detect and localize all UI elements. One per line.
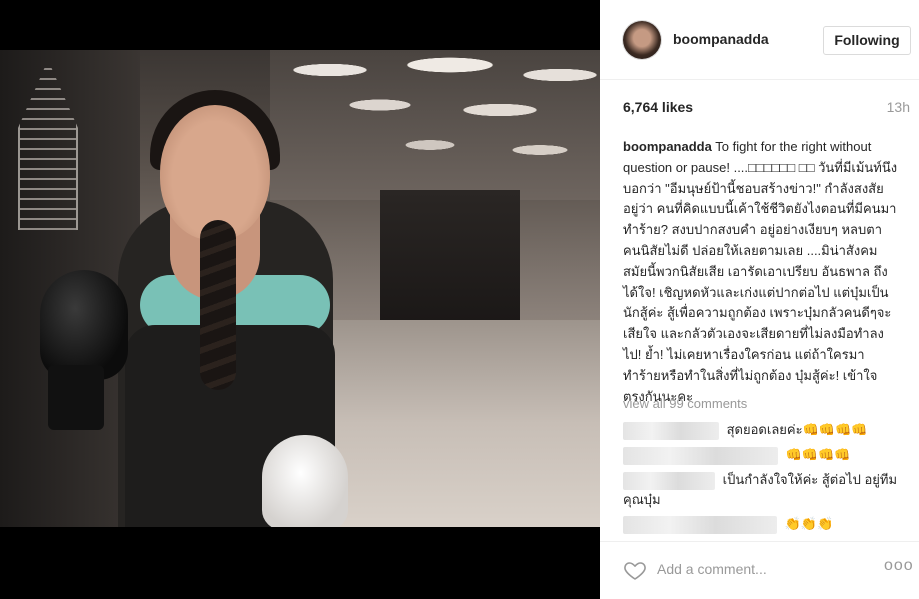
caption: boompanadda To fight for the right witho…: [623, 137, 899, 407]
black-glove-cuff: [48, 365, 104, 430]
likes-count[interactable]: 6,764 likes: [623, 99, 693, 115]
heart-icon[interactable]: [623, 558, 647, 582]
photo-corridor: [380, 190, 520, 330]
redacted-username: [623, 421, 719, 440]
post-photo[interactable]: [0, 50, 600, 527]
comment-item: สุดยอดเลยค่ะ👊👊👊👊: [623, 420, 903, 440]
person-braid: [200, 220, 236, 390]
username-link[interactable]: boompanadda: [673, 31, 769, 47]
comment-text: 👏👏👏: [784, 516, 834, 531]
photo-ceiling: [270, 50, 600, 200]
post-time[interactable]: 13h: [887, 99, 910, 115]
avatar[interactable]: [623, 21, 661, 59]
comment-item: เป็นกำลังใจให้ค่ะ สู้ต่อไป อยู่ทีมคุณบุ๋…: [623, 470, 903, 510]
post-sidebar: boompanadda Following 6,764 likes 13h bo…: [600, 0, 919, 599]
comment-item: 👊👊👊👊: [623, 445, 903, 465]
caption-text: To fight for the right without question …: [623, 139, 898, 404]
comment-text: สุดยอดเลยค่ะ👊👊👊👊: [726, 422, 868, 437]
post-modal: boompanadda Following 6,764 likes 13h bo…: [0, 0, 919, 599]
add-comment-input[interactable]: [657, 556, 877, 582]
redacted-username: [623, 471, 715, 490]
post-header: boompanadda Following: [600, 0, 919, 80]
white-boxing-glove: [262, 435, 348, 527]
caption-username[interactable]: boompanadda: [623, 139, 712, 154]
comment-text: 👊👊👊👊: [785, 447, 851, 462]
comment-item: 👏👏👏: [623, 514, 903, 534]
black-boxing-glove: [40, 270, 128, 380]
redacted-username: [623, 446, 778, 465]
media-pane: [0, 0, 600, 599]
redacted-username: [623, 515, 777, 534]
following-button[interactable]: Following: [823, 26, 911, 55]
comment-footer: ooo: [600, 541, 919, 599]
view-all-comments-link[interactable]: view all 99 comments: [623, 396, 747, 411]
more-options-icon[interactable]: ooo: [884, 557, 914, 575]
